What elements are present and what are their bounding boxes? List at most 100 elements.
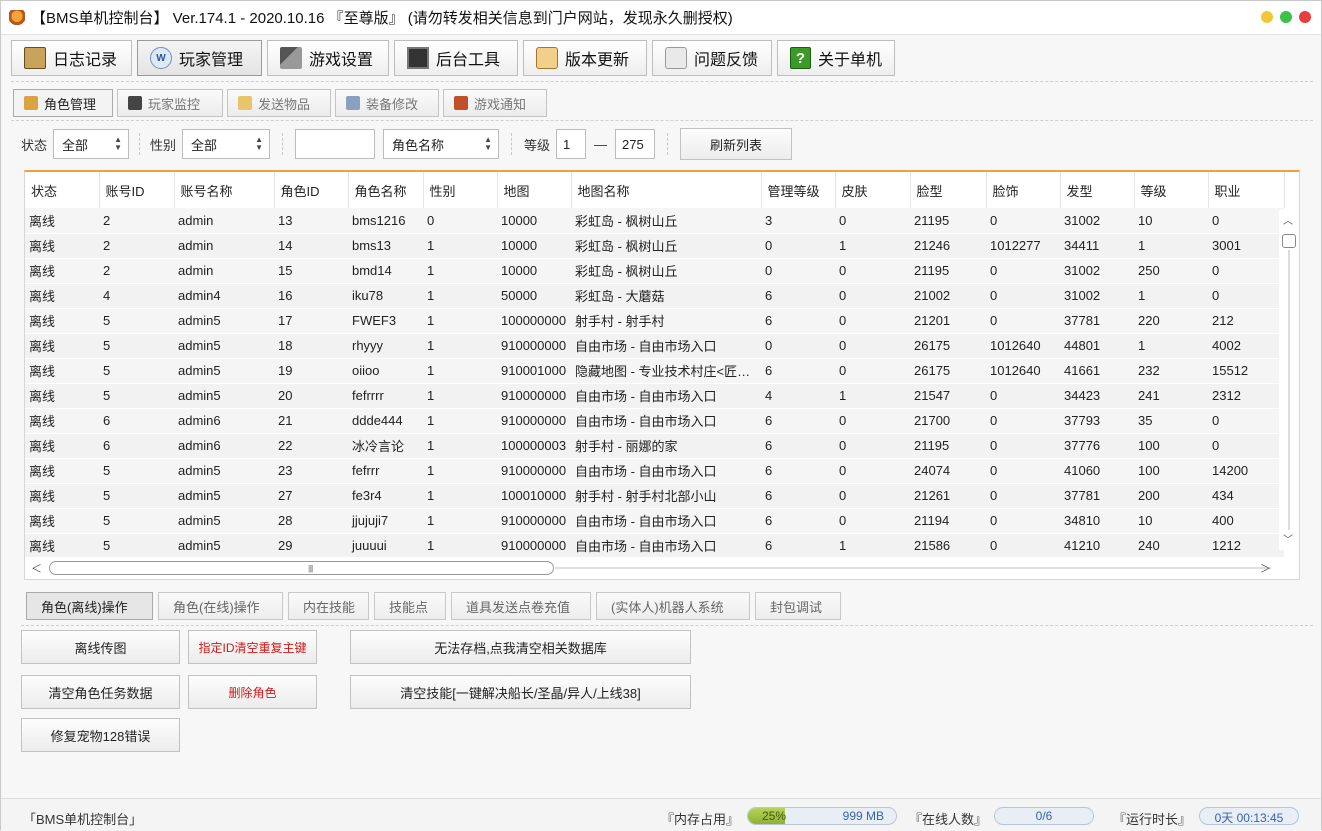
tab-player-management[interactable]: W 玩家管理 xyxy=(137,40,262,76)
table-cell: 0 xyxy=(986,283,1060,309)
sub-tab-bar: 角色管理 玩家监控 发送物品 装备修改 游戏通知 xyxy=(13,89,547,117)
column-header[interactable]: 状态 xyxy=(25,172,100,208)
column-header[interactable]: 脸型 xyxy=(910,172,987,208)
optab-robot-system[interactable]: (实体人)机器人系统 xyxy=(596,592,750,620)
table-cell: 2 xyxy=(99,208,174,234)
state-select[interactable]: 全部 ▲ ▼ xyxy=(53,129,130,159)
scroll-thumb[interactable]: |||| xyxy=(49,561,554,575)
column-header[interactable]: 账号名称 xyxy=(174,172,275,208)
fix-pet-error-button[interactable]: 修复宠物128错误 xyxy=(21,718,180,752)
divider xyxy=(11,81,1313,82)
column-header[interactable]: 角色名称 xyxy=(348,172,424,208)
notice-icon xyxy=(454,96,468,110)
tab-admin-tools[interactable]: 后台工具 xyxy=(394,40,518,76)
column-header[interactable]: 角色ID xyxy=(274,172,349,208)
table-row[interactable]: 离线 6 admin6 22 冰冷言论 1 100000003 射手村 - 丽娜的家 6 0 211… xyxy=(25,433,1284,459)
column-header[interactable]: 发型 xyxy=(1060,172,1135,208)
table-row[interactable]: 离线 4 admin4 16 iku78 1 50000 彩虹岛 - 大蘑菇 6 0 21002 0 3… xyxy=(25,283,1284,309)
table-cell: 37776 xyxy=(1060,433,1134,459)
column-header[interactable]: 脸饰 xyxy=(986,172,1061,208)
optab-skill-points[interactable]: 技能点 xyxy=(374,592,446,620)
column-header[interactable]: 管理等级 xyxy=(761,172,836,208)
divider xyxy=(11,120,1313,121)
column-header[interactable]: 皮肤 xyxy=(835,172,911,208)
clear-database-button[interactable]: 无法存档,点我清空相关数据库 xyxy=(350,630,691,664)
column-header[interactable]: 职业 xyxy=(1208,172,1285,208)
computer-icon xyxy=(407,47,429,69)
scroll-track[interactable] xyxy=(555,567,1271,569)
table-row[interactable]: 离线 2 admin 13 bms1216 0 10000 彩虹岛 - 枫树山丘 3 0 21195… xyxy=(25,208,1284,234)
column-header[interactable]: 性别 xyxy=(423,172,498,208)
clear-duplicate-key-button[interactable]: 指定ID清空重复主键 xyxy=(188,630,317,664)
table-cell: 自由市场 - 自由市场入口 xyxy=(571,408,761,434)
clear-skills-button[interactable]: 清空技能[一键解决船长/圣晶/异人/上线38] xyxy=(350,675,691,709)
tab-version-update[interactable]: 版本更新 xyxy=(523,40,647,76)
column-header[interactable]: 地图 xyxy=(497,172,572,208)
maximize-button[interactable] xyxy=(1280,11,1292,23)
table-row[interactable]: 离线 2 admin 14 bms13 1 10000 彩虹岛 - 枫树山丘 0 1 21246 10… xyxy=(25,233,1284,259)
search-field-select[interactable]: 角色名称 ▲ ▼ xyxy=(383,129,500,159)
table-cell: 41210 xyxy=(1060,533,1134,559)
scroll-down-icon[interactable]: ﹀ xyxy=(1283,531,1293,546)
scroll-up-icon[interactable]: ︿ xyxy=(1283,212,1293,227)
table-cell: 31002 xyxy=(1060,283,1134,309)
tab-label: 问题反馈 xyxy=(694,52,759,69)
close-button[interactable] xyxy=(1299,11,1311,23)
table-cell: iku78 xyxy=(348,283,423,309)
offline-teleport-button[interactable]: 离线传图 xyxy=(21,630,180,664)
minimize-button[interactable] xyxy=(1261,11,1273,23)
level-max-input[interactable]: 275 xyxy=(615,129,656,159)
subtab-player-monitor[interactable]: 玩家监控 xyxy=(117,89,223,117)
table-row[interactable]: 离线 5 admin5 17 FWEF3 1 100000000 射手村 - 射手村 6 0 212… xyxy=(25,308,1284,334)
table-row[interactable]: 离线 5 admin5 28 jjujuji7 1 910000000 自由市场 - 自由市场… xyxy=(25,508,1284,534)
table-row[interactable]: 离线 5 admin5 23 fefrrr 1 910000000 自由市场 - 自由市场入口… xyxy=(25,458,1284,484)
column-header[interactable]: 等级 xyxy=(1134,172,1209,208)
optab-inner-skills[interactable]: 内在技能 xyxy=(288,592,369,620)
table-cell: admin5 xyxy=(174,508,274,534)
subtab-send-items[interactable]: 发送物品 xyxy=(227,89,331,117)
refresh-list-button[interactable]: 刷新列表 xyxy=(680,128,793,160)
table-cell: ddde444 xyxy=(348,408,423,434)
scroll-thumb[interactable] xyxy=(1282,234,1296,248)
search-input[interactable] xyxy=(295,129,376,159)
scroll-left-icon[interactable]: ＜ xyxy=(31,560,42,576)
column-header[interactable]: 地图名称 xyxy=(571,172,762,208)
table-cell: 910000000 xyxy=(497,333,571,359)
table-row[interactable]: 离线 5 admin5 29 juuuui 1 910000000 自由市场 - 自由市场入口… xyxy=(25,533,1284,559)
table-cell: 0 xyxy=(835,333,910,359)
table-cell: admin5 xyxy=(174,483,274,509)
clear-quest-data-button[interactable]: 清空角色任务数据 xyxy=(21,675,180,709)
subtab-character-management[interactable]: 角色管理 xyxy=(13,89,113,117)
optab-online-ops[interactable]: 角色(在线)操作 xyxy=(158,592,283,620)
tab-about[interactable]: ? 关于单机 xyxy=(777,40,895,76)
table-row[interactable]: 离线 5 admin5 19 oiioo 1 910001000 隐藏地图 - 专业技术村庄<… xyxy=(25,358,1284,384)
optab-offline-ops[interactable]: 角色(离线)操作 xyxy=(26,592,153,620)
table-cell: 100010000 xyxy=(497,483,571,509)
tab-game-settings[interactable]: 游戏设置 xyxy=(267,40,389,76)
feedback-icon xyxy=(665,47,687,69)
table-cell: 6 xyxy=(99,433,174,459)
table-row[interactable]: 离线 2 admin 15 bmd14 1 10000 彩虹岛 - 枫树山丘 0 0 21195 0 3… xyxy=(25,258,1284,284)
table-row[interactable]: 离线 6 admin6 21 ddde444 1 910000000 自由市场 - 自由市场入… xyxy=(25,408,1284,434)
vertical-scrollbar[interactable]: ︿ ﹀ xyxy=(1279,210,1299,550)
level-min-input[interactable]: 1 xyxy=(556,129,587,159)
subtab-game-notice[interactable]: 游戏通知 xyxy=(443,89,547,117)
optab-items-cash[interactable]: 道具发送点卷充值 xyxy=(451,592,591,620)
scroll-right-icon[interactable]: ＞ xyxy=(1260,560,1271,576)
optab-packet-debug[interactable]: 封包调试 xyxy=(755,592,841,620)
scroll-track[interactable] xyxy=(1288,250,1290,530)
column-header[interactable]: 账号ID xyxy=(99,172,175,208)
table-cell: bmd14 xyxy=(348,258,423,284)
gender-select[interactable]: 全部 ▲ ▼ xyxy=(182,129,271,159)
table-cell: 自由市场 - 自由市场入口 xyxy=(571,508,761,534)
table-cell: 0 xyxy=(986,533,1060,559)
tab-feedback[interactable]: 问题反馈 xyxy=(652,40,772,76)
delete-character-button[interactable]: 删除角色 xyxy=(188,675,317,709)
subtab-equipment-edit[interactable]: 装备修改 xyxy=(335,89,439,117)
table-cell: 21195 xyxy=(910,208,986,234)
table-row[interactable]: 离线 5 admin5 18 rhyyy 1 910000000 自由市场 - 自由市场入口 0… xyxy=(25,333,1284,359)
table-row[interactable]: 离线 5 admin5 27 fe3r4 1 100010000 射手村 - 射手村北部小山 6… xyxy=(25,483,1284,509)
tab-log[interactable]: 日志记录 xyxy=(11,40,132,76)
table-row[interactable]: 离线 5 admin5 20 fefrrrr 1 910000000 自由市场 - 自由市场入… xyxy=(25,383,1284,409)
horizontal-scrollbar[interactable]: ＜ |||| ＞ xyxy=(25,557,1299,579)
